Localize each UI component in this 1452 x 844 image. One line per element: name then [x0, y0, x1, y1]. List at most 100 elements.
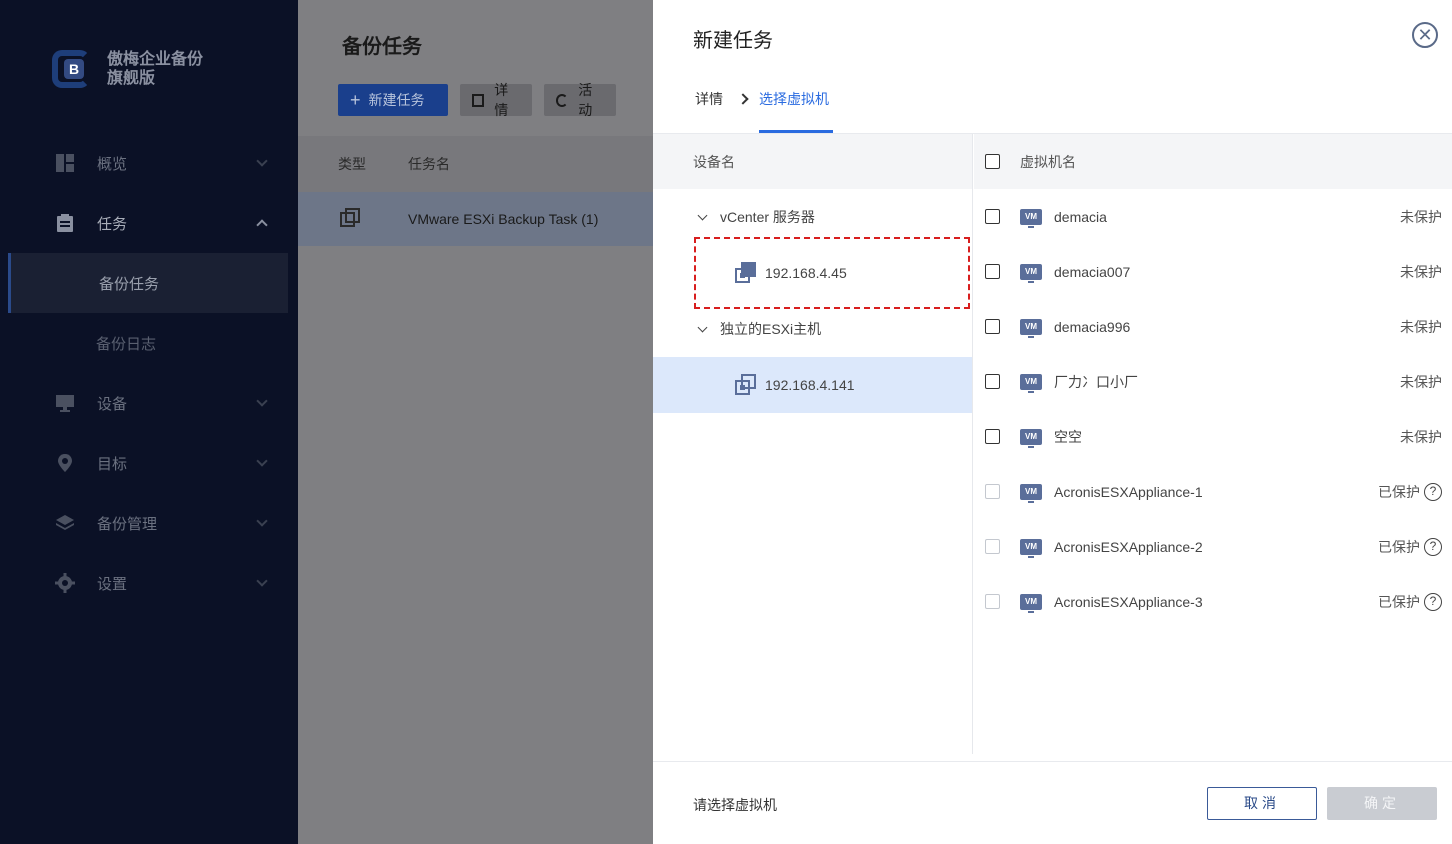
cancel-button[interactable]: 取消	[1207, 787, 1317, 820]
crumb-select-vm[interactable]: 选择虚拟机	[759, 89, 829, 109]
chevron-down-icon	[256, 515, 268, 527]
tree-leaf-vcenter-host[interactable]: 192.168.4.45	[653, 245, 972, 301]
tree-group-label: vCenter 服务器	[720, 209, 815, 225]
sidebar-item-label: 任务	[97, 215, 128, 233]
brand-logo-letter: B	[64, 59, 84, 79]
sidebar-item-backup-tasks[interactable]: 备份任务	[8, 253, 288, 313]
sidebar-item-targets[interactable]: 目标	[0, 433, 298, 493]
pie-chart-icon	[556, 93, 569, 107]
confirm-button[interactable]: 确定	[1327, 787, 1437, 820]
vm-status-label: 未保护	[1400, 263, 1442, 280]
vm-status-label: 未保护	[1400, 318, 1442, 335]
list-item[interactable]: VM AcronisESXAppliance-2 已保护?	[974, 519, 1452, 574]
vm-name: demacia007	[1054, 263, 1131, 280]
vm-status-label: 已保护	[1378, 483, 1420, 500]
help-icon[interactable]: ?	[1424, 482, 1442, 501]
breadcrumb: 详情 选择虚拟机	[695, 89, 829, 109]
page-title: 备份任务	[342, 36, 422, 58]
brand-name: 傲梅企业备份 旗舰版	[107, 50, 203, 88]
sidebar-item-devices[interactable]: 设备	[0, 373, 298, 433]
details-label: 详情	[494, 82, 509, 118]
brand-name-line1: 傲梅企业备份	[107, 51, 204, 68]
vm-checkbox[interactable]	[985, 319, 1000, 334]
plus-icon: +	[350, 89, 361, 110]
close-icon: ✕	[1417, 25, 1433, 45]
footer-hint: 请选择虚拟机	[693, 797, 777, 813]
list-item[interactable]: VM ⼚⼒⼎⼝⼩⼚ 未保护	[974, 354, 1452, 409]
vm-checkbox	[985, 539, 1000, 554]
list-item[interactable]: VM demacia 未保护	[974, 189, 1452, 244]
layers-icon	[55, 513, 75, 533]
vm-status: 已保护?	[1378, 482, 1442, 502]
select-all-checkbox[interactable]	[985, 154, 1000, 169]
vm-status: 已保护?	[1378, 592, 1442, 612]
vm-status: 未保护	[1400, 317, 1442, 337]
gear-icon	[55, 573, 75, 593]
vm-name: AcronisESXAppliance-3	[1054, 593, 1203, 610]
vm-checkbox[interactable]	[985, 264, 1000, 279]
sidebar-item-backup-management[interactable]: 备份管理	[0, 493, 298, 553]
list-item[interactable]: VM AcronisESXAppliance-3 已保护?	[974, 574, 1452, 629]
list-item[interactable]: VM demacia996 未保护	[974, 299, 1452, 354]
column-type: 类型	[338, 156, 366, 172]
vm-checkbox	[985, 594, 1000, 609]
list-item[interactable]: VM demacia007 未保护	[974, 244, 1452, 299]
help-icon[interactable]: ?	[1424, 537, 1442, 556]
vm-name: ⼚⼒⼎⼝⼩⼚	[1054, 373, 1138, 390]
vm-icon: VM	[1020, 263, 1042, 283]
vm-checkbox[interactable]	[985, 209, 1000, 224]
task-name: VMware ESXi Backup Task (1)	[408, 211, 599, 227]
drawer-title: 新建任务	[693, 30, 773, 52]
chevron-right-icon	[737, 93, 749, 105]
sidebar-item-settings[interactable]: 设置	[0, 553, 298, 613]
list-item[interactable]: VM 空空 未保护	[974, 409, 1452, 464]
vm-status-label: 已保护	[1378, 538, 1420, 555]
list-item[interactable]: VM AcronisESXAppliance-1 已保护?	[974, 464, 1452, 519]
brand: B 傲梅企业备份 旗舰版	[52, 50, 203, 88]
vm-checkbox[interactable]	[985, 374, 1000, 389]
chevron-down-icon	[256, 575, 268, 587]
vm-status: 未保护	[1400, 207, 1442, 227]
clipboard-icon	[55, 213, 75, 233]
tree-group-vcenter[interactable]: vCenter 服务器	[653, 189, 972, 245]
vm-name: demacia996	[1054, 318, 1131, 335]
tree-group-label: 独立的ESXi主机	[720, 321, 822, 337]
monitor-icon	[55, 393, 75, 413]
activity-label: 活动	[578, 82, 593, 118]
drawer-footer: 请选择虚拟机 取消 确定	[653, 761, 1452, 844]
tree-leaf-label: 192.168.4.141	[765, 377, 855, 393]
tree-group-esxi[interactable]: 独立的ESXi主机	[653, 301, 972, 357]
vm-status: 已保护?	[1378, 537, 1442, 557]
new-task-button[interactable]: + 新建任务	[338, 84, 448, 116]
chevron-up-icon	[256, 219, 268, 231]
sidebar-item-label: 备份管理	[97, 515, 158, 533]
chevron-down-icon	[256, 455, 268, 467]
sidebar-item-label: 设置	[97, 575, 128, 593]
vm-name: demacia	[1054, 208, 1107, 225]
sidebar-item-backup-log[interactable]: 备份日志	[0, 313, 298, 373]
details-icon	[472, 93, 485, 107]
vm-icon: VM	[1020, 318, 1042, 338]
vm-icon: VM	[1020, 538, 1042, 558]
sidebar-item-overview[interactable]: 概览	[0, 133, 298, 193]
vm-list-pane: 虚拟机名 VM demacia 未保护 VM demacia007 未保护 VM demaci…	[974, 134, 1452, 754]
vm-checkbox[interactable]	[985, 429, 1000, 444]
column-task-name: 任务名	[408, 156, 450, 172]
host-icon	[735, 262, 757, 284]
tree-leaf-esxi-host[interactable]: 192.168.4.141	[653, 357, 972, 413]
details-button[interactable]: 详情	[460, 82, 532, 118]
sidebar-item-tasks[interactable]: 任务	[0, 193, 298, 253]
location-pin-icon	[55, 453, 75, 473]
vm-list-header: 虚拟机名	[974, 134, 1452, 189]
vm-list: VM demacia 未保护 VM demacia007 未保护 VM demacia996 未…	[974, 189, 1452, 629]
crumb-details[interactable]: 详情	[695, 89, 723, 109]
close-button[interactable]: ✕	[1412, 22, 1438, 48]
sidebar-item-label: 设备	[97, 395, 128, 413]
vm-status-label: 已保护	[1378, 593, 1420, 610]
sidebar-item-label: 目标	[97, 455, 128, 473]
vm-icon: VM	[1020, 373, 1042, 393]
help-icon[interactable]: ?	[1424, 592, 1442, 611]
vm-name: 空空	[1054, 428, 1082, 445]
vmware-icon	[340, 207, 408, 231]
activity-button[interactable]: 活动	[544, 82, 616, 118]
